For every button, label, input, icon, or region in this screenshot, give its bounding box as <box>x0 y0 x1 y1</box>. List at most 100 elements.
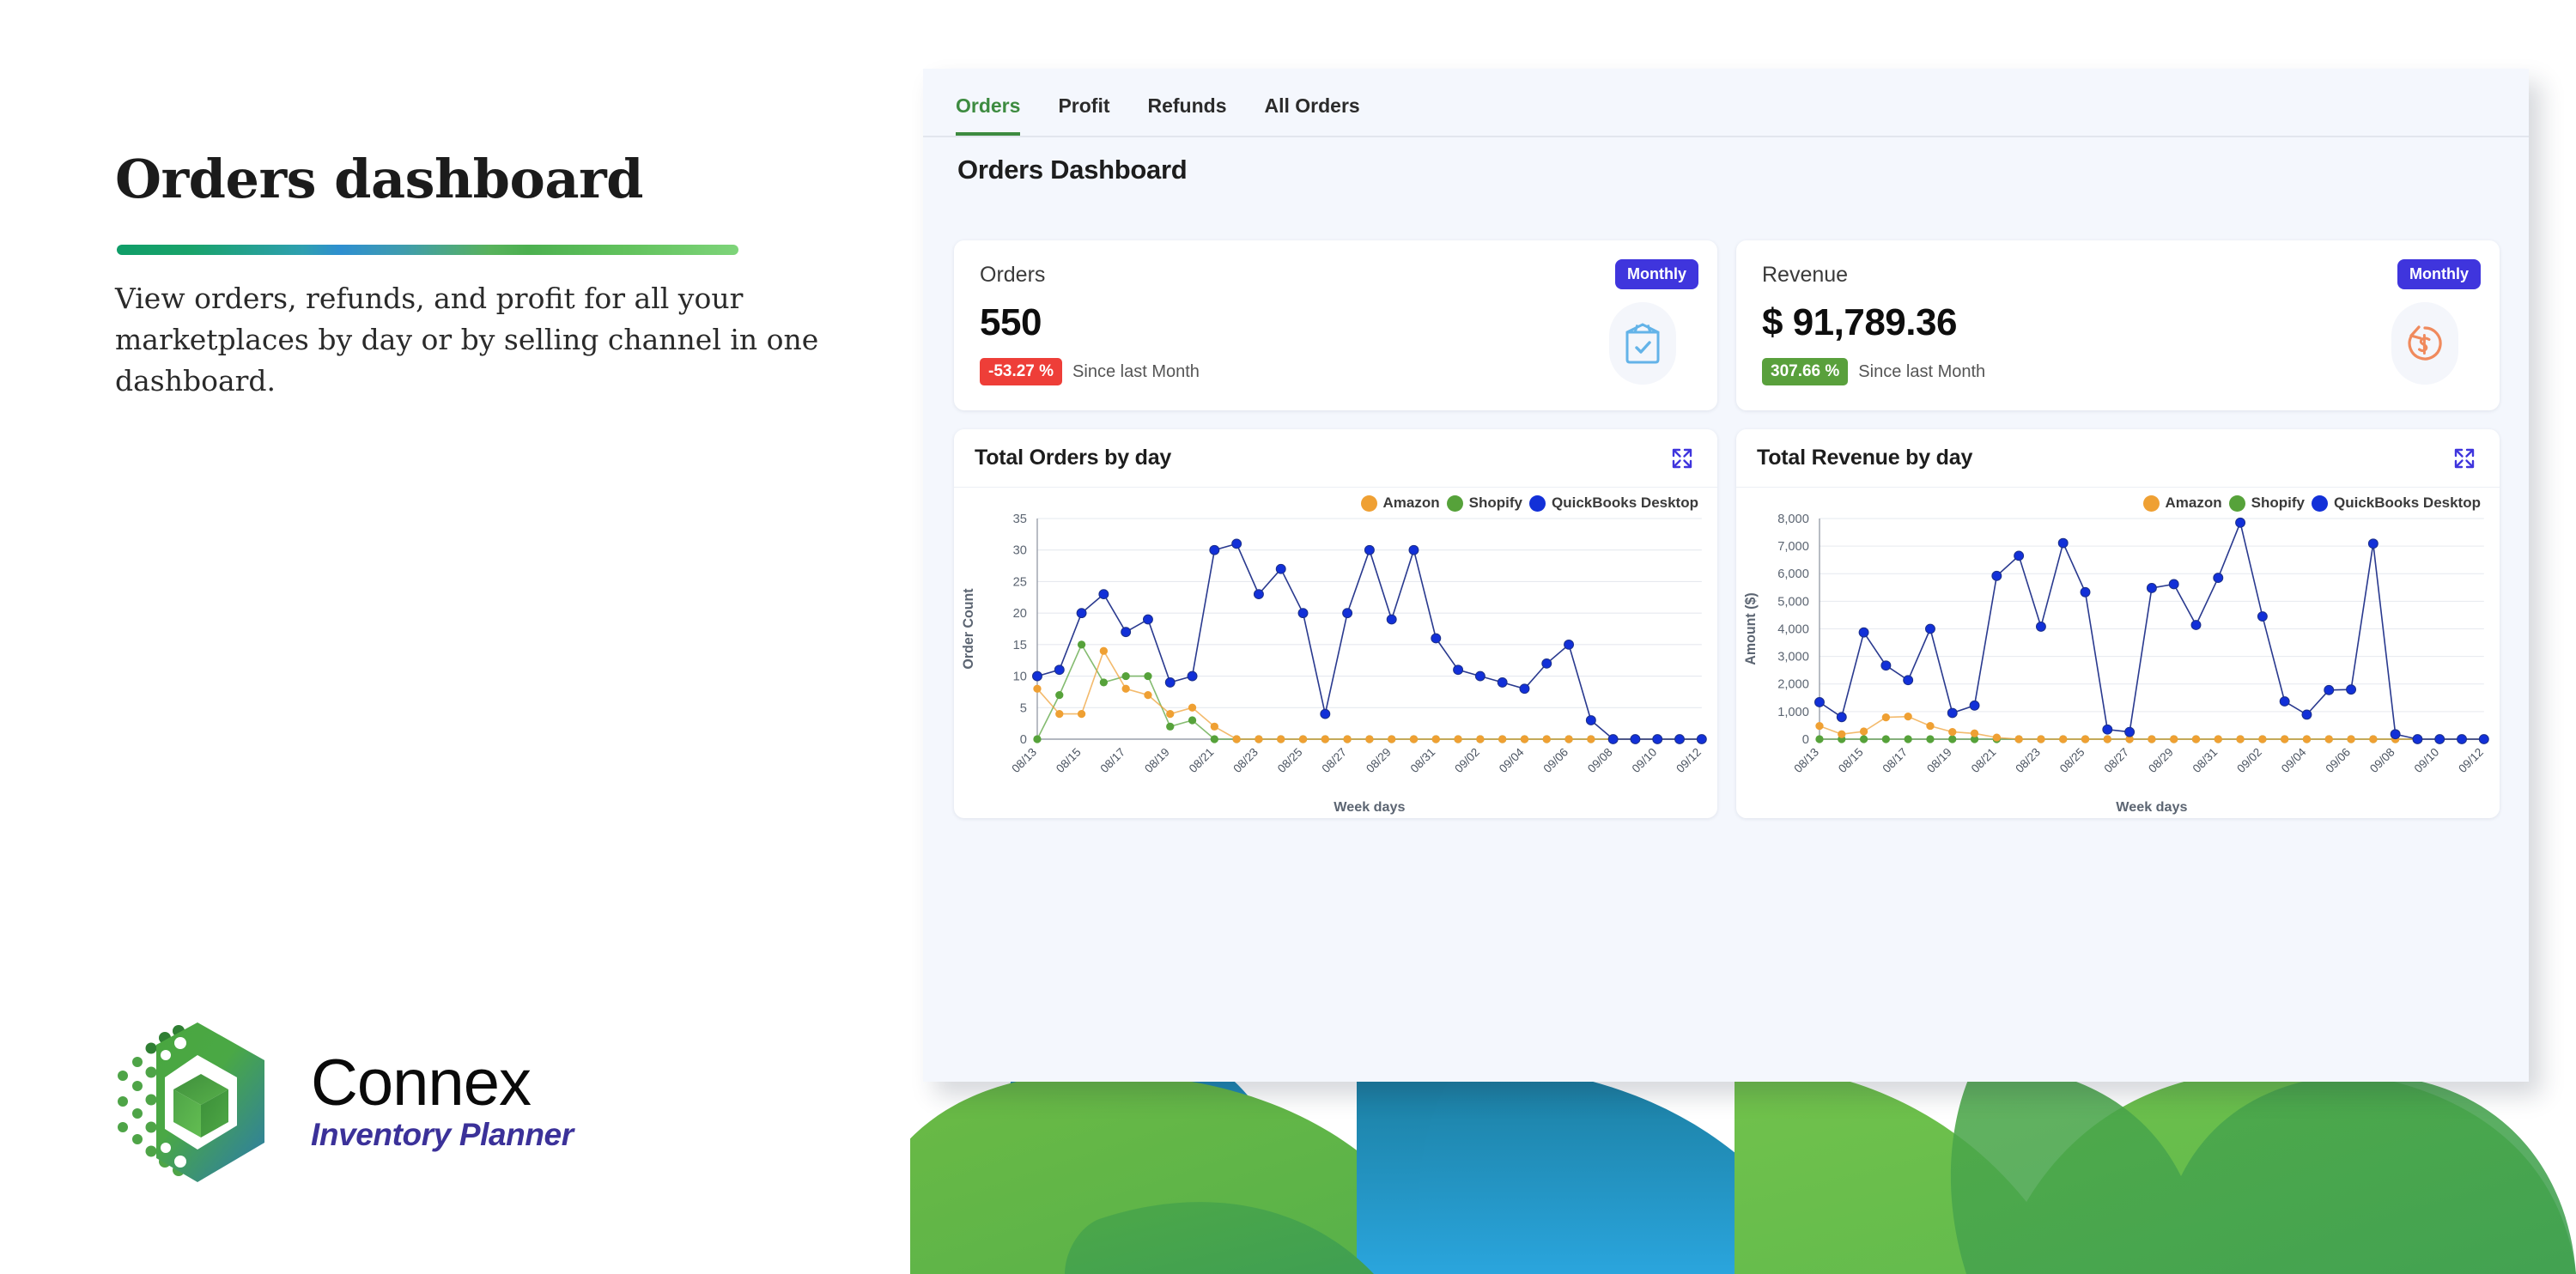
legend-dot-amazon <box>1360 494 1377 512</box>
refund-dollar-icon <box>2408 325 2442 361</box>
hero-description: View orders, refunds, and profit for all… <box>115 282 819 398</box>
svg-text:8,000: 8,000 <box>1777 513 1809 526</box>
legend-item-quickbooks[interactable]: QuickBooks Desktop <box>1529 494 1698 512</box>
svg-text:08/29: 08/29 <box>1364 746 1394 775</box>
line-chart-revenue: 0 1,000 2,000 3,000 4,000 5,000 6,000 7,000 8,00… <box>1743 513 2489 815</box>
expand-icon <box>2454 448 2475 468</box>
svg-text:08/25: 08/25 <box>2057 746 2087 775</box>
kpi-card-revenue: Revenue $ 91,789.36 307.66 % Since last … <box>1736 240 2500 410</box>
svg-text:08/19: 08/19 <box>1142 746 1172 775</box>
svg-text:08/15: 08/15 <box>1054 746 1084 775</box>
kpi-footer-orders: -53.27 % Since last Month <box>980 358 1692 385</box>
svg-text:5: 5 <box>1020 701 1027 715</box>
expand-button-orders[interactable] <box>1668 444 1697 473</box>
logo-tagline: Inventory Planner <box>311 1117 574 1153</box>
svg-text:4,000: 4,000 <box>1777 623 1809 637</box>
svg-text:3,000: 3,000 <box>1777 651 1809 664</box>
svg-text:09/08: 09/08 <box>2367 746 2397 775</box>
svg-text:09/12: 09/12 <box>1674 746 1704 775</box>
package-check-icon <box>1625 323 1660 364</box>
expand-button-revenue[interactable] <box>2450 444 2479 473</box>
kpi-icon-bg-orders <box>1609 302 1676 385</box>
legend-dot-amazon <box>2142 494 2160 512</box>
svg-text:09/02: 09/02 <box>1452 746 1482 775</box>
svg-text:08/31: 08/31 <box>1408 746 1438 775</box>
kpi-footer-revenue: 307.66 % Since last Month <box>1762 358 2474 385</box>
kpi-icon-bg-revenue <box>2391 302 2458 385</box>
svg-text:25: 25 <box>1013 575 1027 589</box>
legend-dot-shopify <box>1446 494 1463 512</box>
svg-text:09/10: 09/10 <box>2412 746 2442 775</box>
tab-bar: Orders Profit Refunds All Orders <box>923 69 2529 137</box>
kpi-card-orders: Orders 550 -53.27 % Since last Month Mon… <box>954 240 1717 410</box>
svg-text:2,000: 2,000 <box>1777 678 1809 692</box>
chart-legend-orders: Amazon Shopify QuickBooks Desktop <box>1360 494 1698 512</box>
svg-text:30: 30 <box>1013 544 1027 558</box>
kpi-value-orders: 550 <box>980 301 1042 343</box>
svg-text:1,000: 1,000 <box>1777 706 1809 719</box>
legend-label-shopify: Shopify <box>1468 494 1522 511</box>
kpi-value-revenue: $ 91,789.36 <box>1762 301 1957 343</box>
svg-text:09/06: 09/06 <box>1540 746 1571 775</box>
tab-all-orders[interactable]: All Orders <box>1265 94 1360 136</box>
svg-text:Week days: Week days <box>2116 799 2187 815</box>
legend-item-amazon[interactable]: Amazon <box>1360 494 1440 512</box>
legend-item-shopify[interactable]: Shopify <box>2228 494 2305 512</box>
legend-dot-quickbooks <box>2312 494 2328 512</box>
chart-row: Total Orders by day Amazon Shopify Quick… <box>954 429 2500 818</box>
legend-label-quickbooks: QuickBooks Desktop <box>1552 494 1698 511</box>
legend-dot-shopify <box>2228 494 2245 512</box>
kpi-since-revenue: Since last Month <box>1858 361 1986 381</box>
legend-item-amazon[interactable]: Amazon <box>2142 494 2222 512</box>
svg-text:08/27: 08/27 <box>1319 746 1349 775</box>
chart-card-orders-by-day: Total Orders by day Amazon Shopify Quick… <box>954 429 1717 818</box>
svg-text:0: 0 <box>1802 733 1809 747</box>
logo-wordmark: Connex <box>311 1046 532 1119</box>
kpi-delta-badge-revenue: 307.66 % <box>1762 358 1849 385</box>
svg-text:09/10: 09/10 <box>1630 746 1660 775</box>
connex-hex-logo-icon <box>118 1022 264 1182</box>
svg-text:35: 35 <box>1013 513 1027 526</box>
hero-panel: Orders dashboard View orders, refunds, a… <box>0 0 910 1274</box>
kpi-row: Orders 550 -53.27 % Since last Month Mon… <box>954 240 2500 410</box>
svg-text:08/31: 08/31 <box>2190 746 2221 775</box>
tab-refunds[interactable]: Refunds <box>1148 94 1227 136</box>
legend-dot-quickbooks <box>1529 494 1546 512</box>
tab-profit[interactable]: Profit <box>1058 94 1109 136</box>
chart-card-revenue-by-day: Total Revenue by day Amazon Shopify Quic… <box>1736 429 2500 818</box>
page-headline: Orders dashboard <box>115 148 644 210</box>
page-title: Orders Dashboard <box>957 155 1188 185</box>
tab-orders[interactable]: Orders <box>956 94 1021 136</box>
svg-text:15: 15 <box>1013 639 1027 652</box>
svg-text:08/13: 08/13 <box>1009 746 1039 775</box>
chart-body-orders: Amazon Shopify QuickBooks Desktop 0 5 10 15… <box>954 488 1717 818</box>
svg-text:20: 20 <box>1013 607 1027 621</box>
svg-text:Week days: Week days <box>1334 799 1405 815</box>
svg-text:08/15: 08/15 <box>1836 746 1866 775</box>
kpi-period-chip-revenue[interactable]: Monthly <box>2397 259 2481 289</box>
legend-item-quickbooks[interactable]: QuickBooks Desktop <box>2312 494 2481 512</box>
kpi-period-chip-orders[interactable]: Monthly <box>1615 259 1698 289</box>
kpi-since-orders: Since last Month <box>1072 361 1200 381</box>
kpi-label-revenue: Revenue <box>1762 263 1849 287</box>
legend-label-quickbooks: QuickBooks Desktop <box>2334 494 2481 511</box>
svg-text:Amount ($): Amount ($) <box>1743 592 1759 664</box>
legend-label-shopify: Shopify <box>2251 494 2305 511</box>
kpi-label-orders: Orders <box>980 263 1046 287</box>
svg-text:08/29: 08/29 <box>2146 746 2176 775</box>
svg-text:08/17: 08/17 <box>1880 746 1911 775</box>
svg-text:0: 0 <box>1020 733 1027 747</box>
svg-text:09/08: 09/08 <box>1585 746 1615 775</box>
svg-text:08/19: 08/19 <box>1924 746 1954 775</box>
chart-title-orders: Total Orders by day <box>975 446 1172 470</box>
svg-text:5,000: 5,000 <box>1777 595 1809 609</box>
svg-text:09/04: 09/04 <box>2279 745 2309 775</box>
connex-logo: Connex Inventory Planner <box>112 1017 574 1189</box>
legend-item-shopify[interactable]: Shopify <box>1446 494 1522 512</box>
svg-text:6,000: 6,000 <box>1777 567 1809 581</box>
svg-text:08/13: 08/13 <box>1791 746 1821 775</box>
svg-text:08/21: 08/21 <box>1187 746 1217 775</box>
chart-title-revenue: Total Revenue by day <box>1757 446 1973 470</box>
chart-legend-revenue: Amazon Shopify QuickBooks Desktop <box>2142 494 2481 512</box>
dashboard-window: Orders Profit Refunds All Orders Orders … <box>923 69 2529 1082</box>
